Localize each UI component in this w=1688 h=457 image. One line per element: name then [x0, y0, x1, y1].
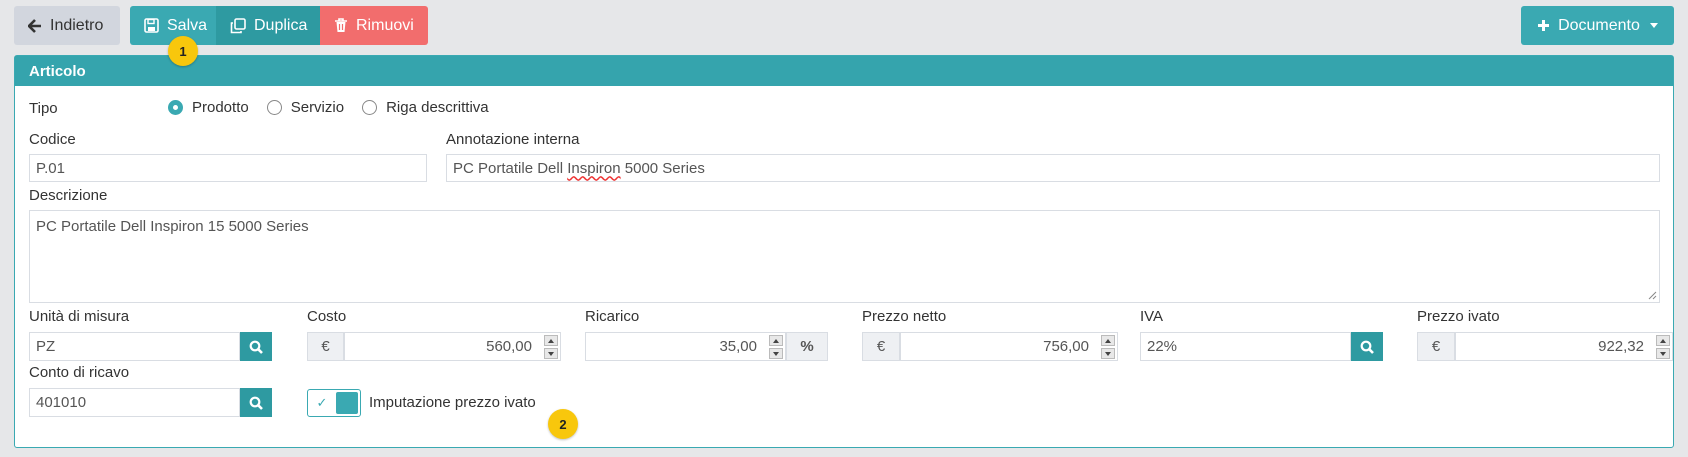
radio-riga-descrittiva[interactable]: Riga descrittiva: [362, 99, 489, 116]
prezzo-ivato-label: Prezzo ivato: [1417, 308, 1500, 325]
ricarico-label: Ricarico: [585, 308, 640, 325]
document-button-label: Documento: [1558, 16, 1640, 34]
radio-label: Prodotto: [192, 99, 249, 116]
remove-button-label: Rimuovi: [356, 16, 414, 34]
panel-title: Articolo: [15, 56, 1673, 86]
annotazione-input[interactable]: PC Portatile Dell Inspiron 5000 Series: [446, 154, 1660, 182]
search-icon: [1360, 340, 1374, 354]
iva-value: 22%: [1147, 338, 1178, 355]
spin-up-icon[interactable]: [544, 335, 558, 346]
prezzo-netto-currency-addon: €: [862, 332, 900, 361]
ricarico-input[interactable]: 35,00: [585, 332, 786, 361]
spin-down-icon[interactable]: [769, 348, 783, 359]
costo-label: Costo: [307, 308, 347, 325]
conto-input[interactable]: 401010: [29, 388, 240, 417]
resize-handle-icon[interactable]: [1647, 290, 1657, 300]
ricarico-spinner[interactable]: [769, 335, 783, 359]
imputazione-label: Imputazione prezzo ivato: [369, 394, 536, 411]
ricarico-value: 35,00: [719, 338, 757, 355]
plus-icon: [1537, 19, 1550, 32]
floppy-disk-icon: [144, 18, 159, 33]
tipo-label: Tipo: [29, 100, 58, 117]
article-panel: Articolo Tipo Prodotto Servizio Riga des…: [14, 55, 1674, 448]
arrow-left-icon: [28, 18, 42, 33]
descrizione-textarea[interactable]: PC Portatile Dell Inspiron 15 5000 Serie…: [29, 210, 1660, 303]
annotazione-value-part: 5000 Series: [620, 159, 705, 177]
codice-input[interactable]: P.01: [29, 154, 427, 182]
save-button-label: Salva: [167, 16, 208, 34]
spin-down-icon[interactable]: [1101, 348, 1115, 359]
descrizione-label: Descrizione: [29, 187, 108, 204]
unita-input[interactable]: PZ: [29, 332, 240, 361]
conto-search-button[interactable]: [240, 388, 272, 417]
spin-up-icon[interactable]: [769, 335, 783, 346]
step-marker-1: 1: [168, 36, 198, 66]
prezzo-ivato-currency-addon: €: [1417, 332, 1455, 361]
radio-label: Servizio: [290, 99, 345, 116]
codice-label: Codice: [29, 131, 76, 148]
prezzo-netto-value: 756,00: [1043, 338, 1089, 355]
annotazione-value-part: PC Portatile Dell: [453, 159, 568, 177]
ricarico-percent-addon: %: [786, 332, 828, 361]
prezzo-ivato-value: 922,32: [1598, 338, 1644, 355]
back-button[interactable]: Indietro: [14, 6, 120, 45]
spin-up-icon[interactable]: [1101, 335, 1115, 346]
duplicate-button[interactable]: Duplica: [216, 6, 320, 45]
iva-search-button[interactable]: [1351, 332, 1383, 361]
radio-unchecked-icon: [362, 100, 378, 115]
iva-label: IVA: [1140, 308, 1164, 325]
conto-label: Conto di ricavo: [29, 364, 130, 381]
iva-input[interactable]: 22%: [1140, 332, 1351, 361]
duplicate-button-label: Duplica: [254, 16, 308, 34]
radio-label: Riga descrittiva: [386, 99, 489, 116]
step-marker-2: 2: [548, 409, 578, 439]
search-icon: [249, 396, 263, 410]
toolbar: Indietro Salva Duplica Rimuovi Documento: [14, 6, 1674, 46]
conto-value: 401010: [36, 394, 87, 411]
imputazione-toggle[interactable]: ✓: [307, 389, 361, 417]
document-dropdown-button[interactable]: Documento: [1521, 6, 1674, 45]
tipo-radio-group: Prodotto Servizio Riga descrittiva: [168, 99, 507, 116]
prezzo-ivato-input[interactable]: 922,32: [1455, 332, 1673, 361]
back-button-label: Indietro: [50, 16, 104, 34]
radio-prodotto[interactable]: Prodotto: [168, 99, 249, 116]
codice-value: P.01: [36, 159, 65, 177]
unita-value: PZ: [36, 338, 56, 355]
spin-up-icon[interactable]: [1656, 335, 1670, 346]
search-icon: [249, 340, 263, 354]
annotazione-label: Annotazione interna: [446, 131, 580, 148]
caret-down-icon: [1649, 23, 1658, 28]
spin-down-icon[interactable]: [544, 348, 558, 359]
check-icon: ✓: [316, 395, 328, 410]
costo-value: 560,00: [486, 338, 532, 355]
descrizione-value: PC Portatile Dell Inspiron 15 5000 Serie…: [36, 218, 309, 235]
spin-down-icon[interactable]: [1656, 348, 1670, 359]
costo-spinner[interactable]: [544, 335, 558, 359]
unita-label: Unità di misura: [29, 308, 130, 325]
prezzo-netto-input[interactable]: 756,00: [900, 332, 1118, 361]
toggle-knob: [336, 392, 358, 414]
radio-servizio[interactable]: Servizio: [266, 99, 345, 116]
prezzo-netto-spinner[interactable]: [1101, 335, 1115, 359]
copy-icon: [230, 17, 246, 34]
annotazione-misspelled-word: Inspiron: [567, 159, 621, 177]
costo-currency-addon: €: [307, 332, 344, 361]
trash-icon: [334, 18, 348, 33]
radio-checked-icon: [168, 100, 183, 115]
remove-button[interactable]: Rimuovi: [320, 6, 428, 45]
costo-input[interactable]: 560,00: [344, 332, 561, 361]
radio-unchecked-icon: [266, 100, 282, 115]
prezzo-netto-label: Prezzo netto: [862, 308, 947, 325]
prezzo-ivato-spinner[interactable]: [1656, 335, 1670, 359]
unita-search-button[interactable]: [240, 332, 272, 361]
